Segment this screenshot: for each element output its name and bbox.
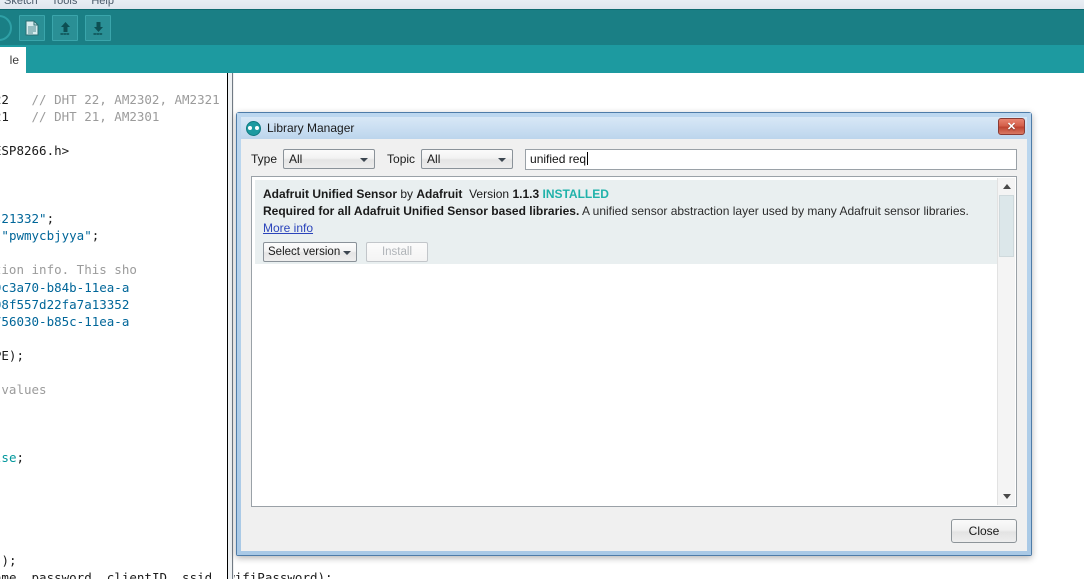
topic-dropdown-value: All — [427, 152, 441, 166]
select-version-dropdown[interactable]: Select version — [263, 242, 357, 262]
search-input-value: unified req — [530, 151, 587, 166]
topic-dropdown[interactable]: All — [421, 149, 514, 169]
library-author: Adafruit — [416, 187, 463, 201]
upload-arrow-icon — [58, 20, 73, 36]
arduino-ide-window: Sketch Tools Help le 2 // DHT 22, AM2302… — [0, 0, 1084, 579]
text-cursor — [587, 151, 589, 165]
topic-label: Topic — [387, 152, 416, 166]
library-version: 1.1.3 — [512, 187, 540, 201]
dialog-title: Library Manager — [267, 121, 355, 135]
by-word: by — [400, 187, 414, 201]
results-list[interactable]: Adafruit Unified Sensor by Adafruit Vers… — [251, 176, 1017, 507]
scroll-down-arrow-icon[interactable] — [998, 488, 1015, 505]
dialog-body: Type All Topic All unified req Adafruit … — [241, 139, 1027, 551]
menu-bar-items: Sketch Tools Help — [0, 0, 114, 7]
library-header-line: Adafruit Unified Sensor by Adafruit Vers… — [263, 186, 989, 203]
version-word: Version — [469, 187, 510, 201]
editor-right-edge — [227, 73, 234, 579]
close-window-button[interactable]: ✕ — [998, 118, 1025, 135]
scrollbar-thumb[interactable] — [999, 195, 1014, 257]
tab-sketch-file[interactable]: le — [0, 47, 26, 73]
library-manager-dialog: Library Manager ✕ Type All Topic All uni… — [236, 112, 1032, 556]
open-button[interactable] — [52, 15, 78, 41]
toolbar — [0, 9, 1084, 46]
install-button[interactable]: Install — [366, 242, 428, 262]
download-arrow-icon — [91, 20, 106, 36]
status-badge: INSTALLED — [542, 187, 609, 201]
results-scrollbar[interactable] — [997, 178, 1015, 505]
chevron-down-icon — [360, 158, 369, 162]
library-description-line: Required for all Adafruit Unified Sensor… — [263, 203, 989, 220]
tab-strip: le — [0, 45, 1084, 73]
type-label: Type — [251, 152, 278, 166]
scroll-up-arrow-icon[interactable] — [998, 178, 1015, 195]
close-button[interactable]: Close — [951, 519, 1017, 543]
dialog-title-bar[interactable]: Library Manager ✕ — [241, 117, 1027, 139]
library-name: Adafruit Unified Sensor — [263, 187, 398, 201]
menu-bar: Sketch Tools Help — [0, 0, 1084, 9]
menu-item-tools[interactable]: Tools — [52, 0, 78, 7]
chevron-down-icon — [498, 158, 507, 162]
filter-row: Type All Topic All unified req — [251, 148, 1017, 170]
menu-item-sketch[interactable]: Sketch — [4, 0, 38, 7]
toolbar-buttons — [0, 15, 111, 41]
save-button[interactable] — [85, 15, 111, 41]
chevron-down-icon — [343, 251, 351, 255]
list-item[interactable]: Adafruit Unified Sensor by Adafruit Vers… — [255, 180, 997, 264]
library-actions: Select version Install — [263, 242, 989, 262]
library-description-rest: A unified sensor abstraction layer used … — [581, 204, 969, 218]
menu-item-help[interactable]: Help — [91, 0, 114, 7]
type-dropdown[interactable]: All — [283, 149, 376, 169]
library-description-bold: Required for all Adafruit Unified Sensor… — [263, 204, 580, 218]
arduino-logo-icon — [246, 120, 261, 136]
new-document-icon — [25, 20, 39, 36]
type-dropdown-value: All — [289, 152, 303, 166]
select-version-value: Select version — [268, 246, 341, 258]
more-info-link[interactable]: More info — [263, 220, 989, 237]
verify-button[interactable] — [0, 15, 12, 41]
new-button[interactable] — [19, 15, 45, 41]
search-input[interactable]: unified req — [525, 148, 1017, 170]
